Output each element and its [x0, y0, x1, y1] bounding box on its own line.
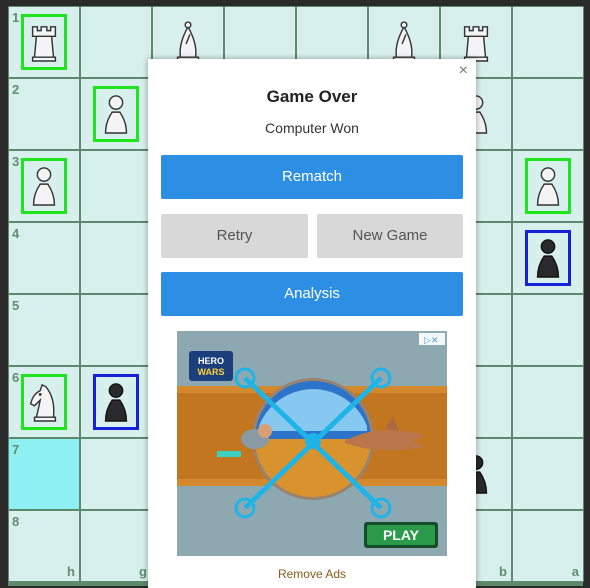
file-label: h	[67, 564, 75, 579]
board-square[interactable]: 7	[8, 438, 80, 510]
board-square[interactable]	[80, 78, 152, 150]
board-square[interactable]	[80, 150, 152, 222]
board-square[interactable]	[512, 78, 584, 150]
board-square[interactable]: 1	[8, 6, 80, 78]
pawn-white-piece[interactable]	[525, 158, 571, 214]
board-square[interactable]	[512, 150, 584, 222]
pawn-black-piece[interactable]	[525, 230, 571, 286]
board-square[interactable]	[512, 222, 584, 294]
board-square[interactable]: 6	[8, 366, 80, 438]
pawn-white-piece[interactable]	[93, 86, 139, 142]
file-label: b	[499, 564, 507, 579]
board-square[interactable]	[80, 222, 152, 294]
board-square[interactable]	[80, 294, 152, 366]
rook-white-piece[interactable]	[21, 14, 67, 70]
ad-play-button[interactable]: PLAY	[383, 527, 420, 543]
ad-logo-text-2: WARS	[198, 367, 225, 377]
rank-label: 4	[12, 226, 20, 241]
retry-button[interactable]: Retry	[161, 214, 308, 258]
board-square[interactable]: a	[512, 510, 584, 582]
ad-illustration: HERO WARS ▷✕ PLAY	[177, 331, 447, 556]
board-square[interactable]	[80, 6, 152, 78]
close-icon[interactable]: ×	[459, 63, 468, 79]
rematch-button[interactable]: Rematch	[161, 155, 463, 199]
board-square[interactable]	[512, 294, 584, 366]
board-square[interactable]	[80, 438, 152, 510]
new-game-button[interactable]: New Game	[317, 214, 463, 258]
analysis-button[interactable]: Analysis	[161, 272, 463, 316]
ad-logo-text-1: HERO	[198, 356, 224, 366]
rank-label: 5	[12, 298, 20, 313]
pawn-white-piece[interactable]	[21, 158, 67, 214]
rank-label: 2	[12, 82, 20, 97]
result-text: Computer Won	[265, 120, 359, 136]
board-square[interactable]	[512, 438, 584, 510]
board-square[interactable]	[512, 6, 584, 78]
advertisement-banner[interactable]: HERO WARS ▷✕ PLAY	[177, 331, 447, 556]
board-square[interactable]	[512, 366, 584, 438]
board-square[interactable]: 8h	[8, 510, 80, 582]
rank-label: 1	[12, 10, 20, 25]
board-square[interactable]: 5	[8, 294, 80, 366]
rank-label: 8	[12, 514, 20, 529]
board-square[interactable]	[80, 366, 152, 438]
knight-white-piece[interactable]	[21, 374, 67, 430]
rank-label: 7	[12, 442, 20, 457]
game-over-modal: × Game Over Computer Won Rematch Retry N…	[148, 59, 476, 588]
remove-ads-link[interactable]: Remove Ads	[148, 567, 476, 581]
file-label: g	[139, 564, 147, 579]
adchoices-icon[interactable]: ▷✕	[424, 335, 438, 345]
board-square[interactable]: 3	[8, 150, 80, 222]
board-square[interactable]: 2	[8, 78, 80, 150]
rank-label: 3	[12, 154, 20, 169]
board-square[interactable]: g	[80, 510, 152, 582]
board-square[interactable]: 4	[8, 222, 80, 294]
rank-label: 6	[12, 370, 20, 385]
modal-title: Game Over	[266, 87, 358, 106]
pawn-black-piece[interactable]	[93, 374, 139, 430]
file-label: a	[571, 564, 579, 579]
